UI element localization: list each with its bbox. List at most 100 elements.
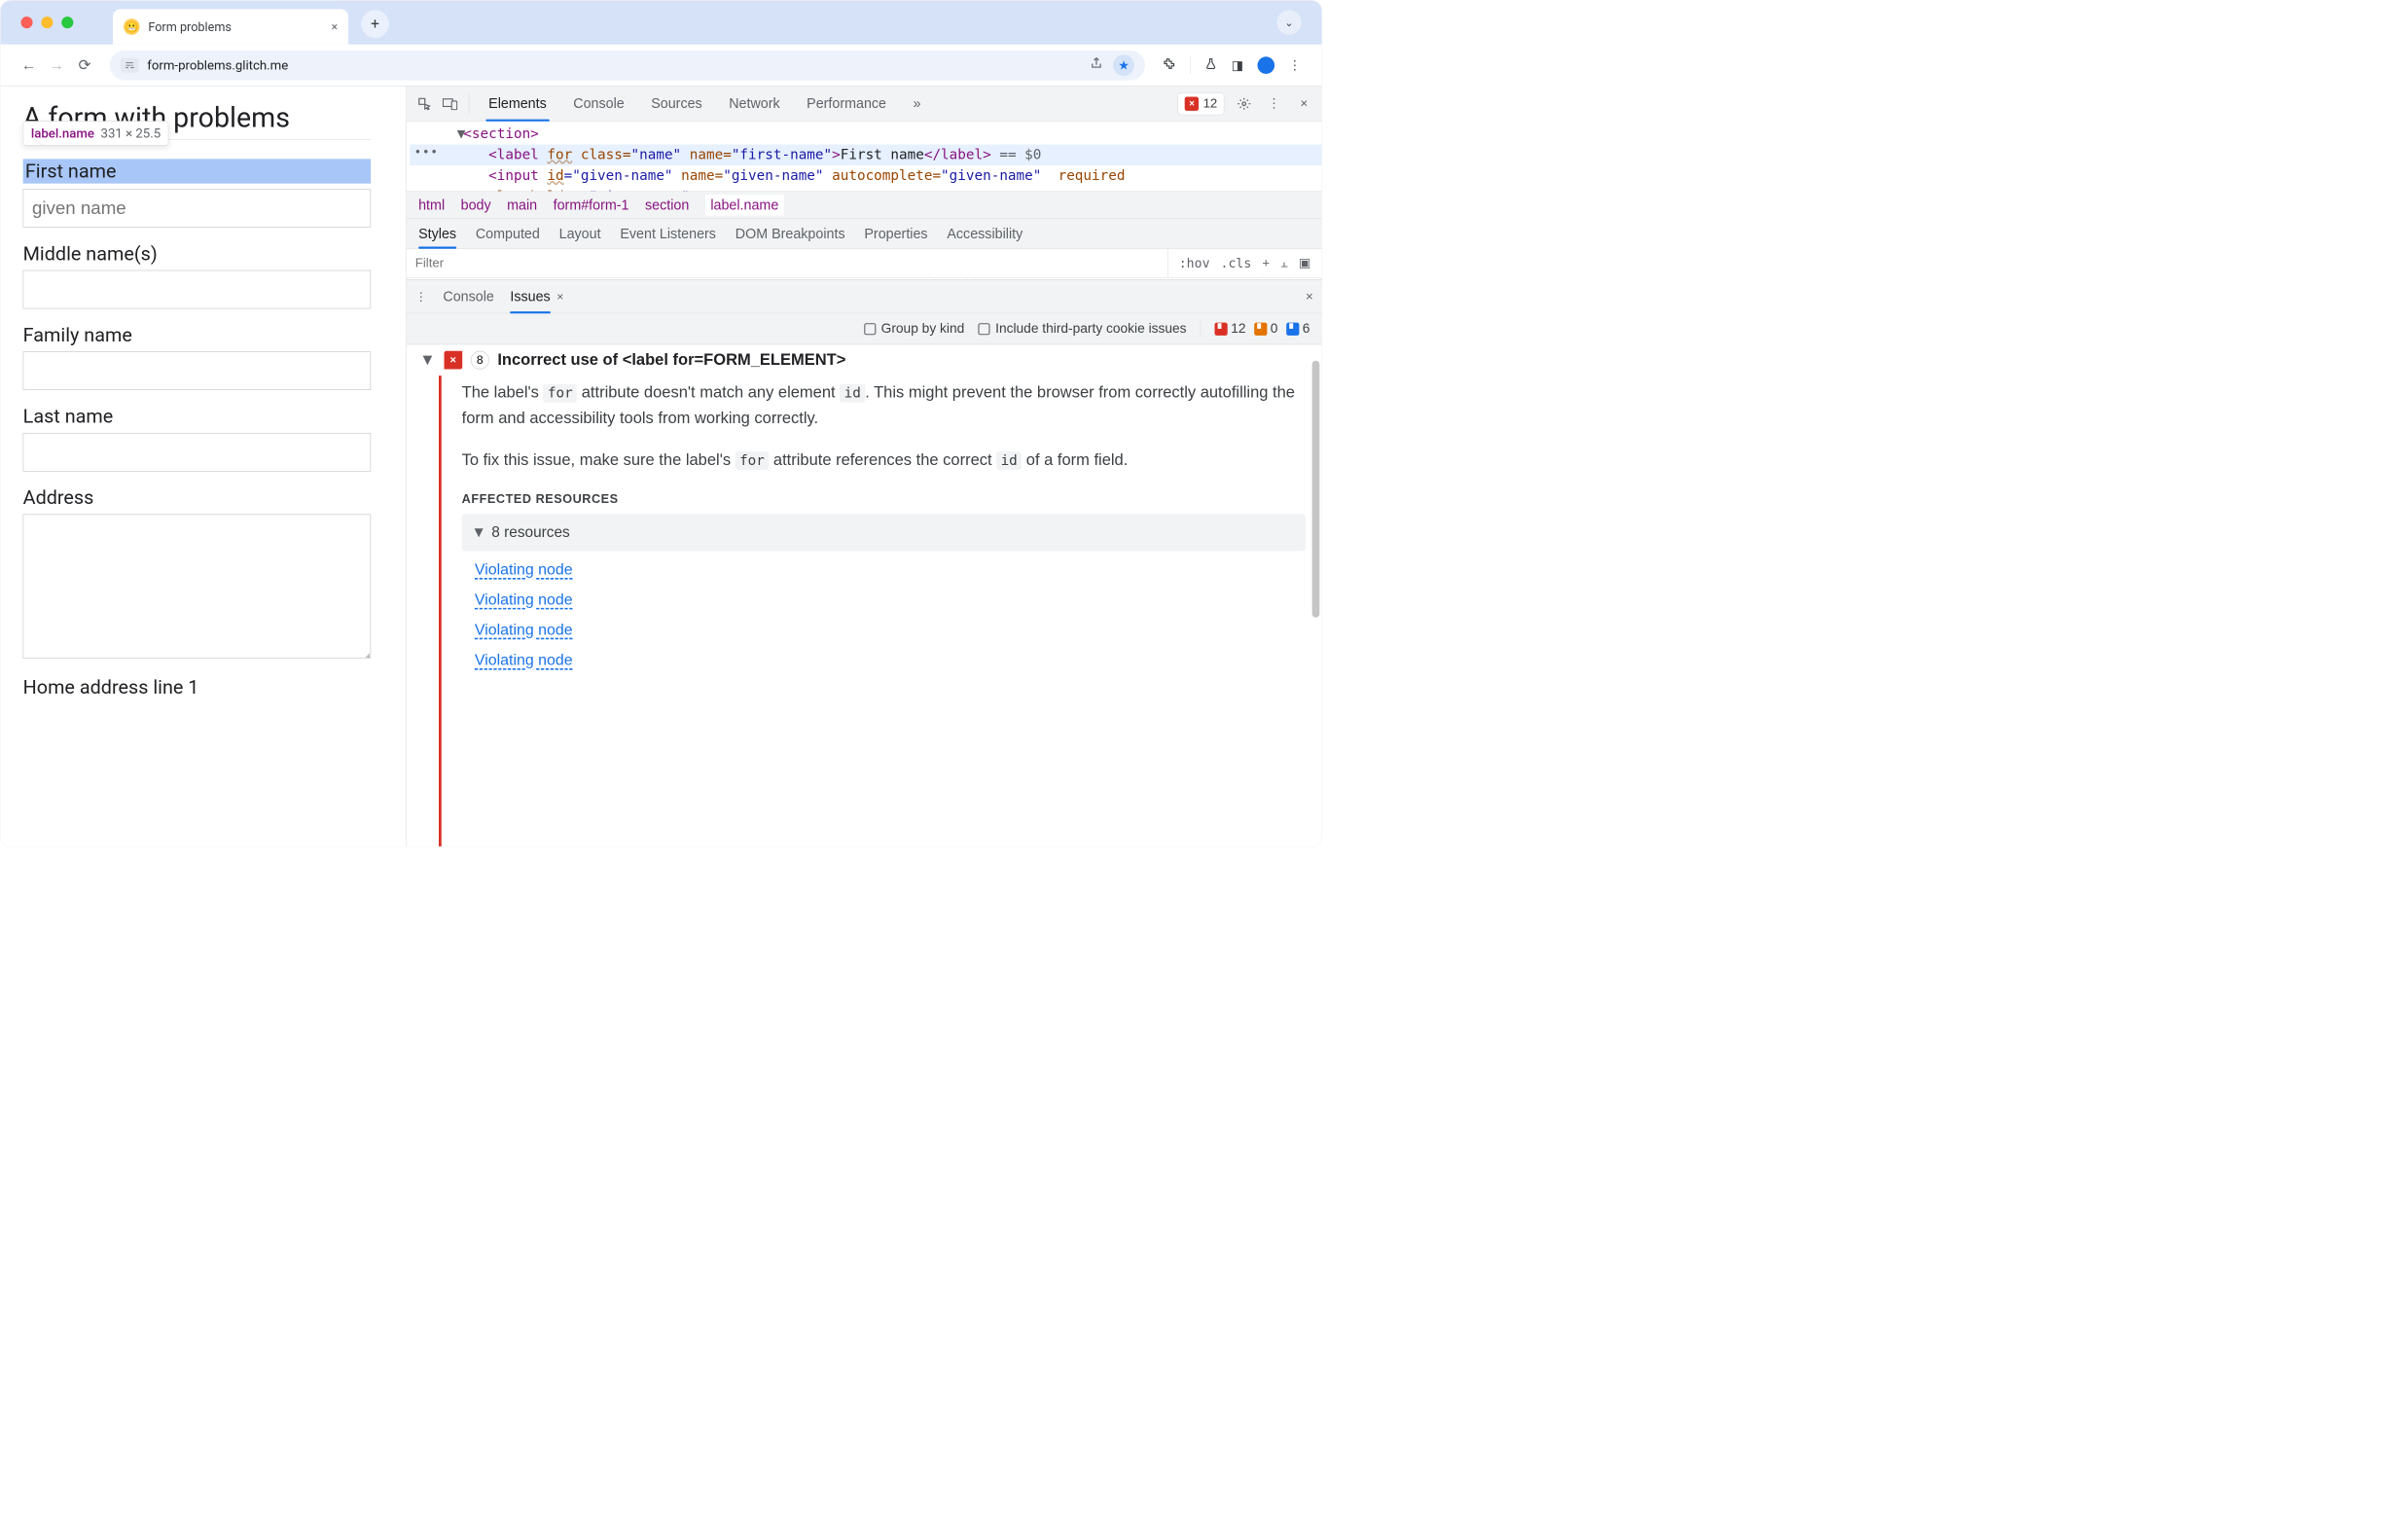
browser-window: 😬 Form problems × + ⌄ ← → ⟳ form-problem… [0,0,1322,847]
subtab-styles[interactable]: Styles [418,219,456,248]
content-area: A form with problems label.name 331 × 25… [1,87,1322,847]
issue-item: ▼ × 8 Incorrect use of <label for=FORM_E… [407,344,1322,846]
close-window-button[interactable] [20,17,32,28]
group-by-kind-checkbox[interactable]: Group by kind [864,321,964,337]
drawer-close-icon[interactable]: × [1306,289,1313,304]
subtab-layout[interactable]: Layout [559,219,601,248]
devtools-close-icon[interactable]: × [1294,93,1314,114]
side-panel-icon[interactable]: ◨ [1232,57,1243,72]
forward-button[interactable]: → [49,57,65,74]
tab-close-icon[interactable]: × [332,20,338,34]
maximize-window-button[interactable] [61,17,73,28]
crumb-form[interactable]: form#form-1 [554,197,629,213]
drawer-tab-issues[interactable]: Issues [510,280,550,313]
cls-toggle[interactable]: .cls [1221,256,1252,270]
error-count-value: 12 [1203,96,1218,111]
collapsed-nodes-icon[interactable]: ••• [414,144,439,161]
issue-header[interactable]: ▼ × 8 Incorrect use of <label for=FORM_E… [407,344,1322,376]
site-settings-chip[interactable] [121,57,139,72]
browser-tab[interactable]: 😬 Form problems × [113,9,348,44]
violating-node-link[interactable]: Violating node [475,618,1306,643]
bookmark-star-icon[interactable]: ★ [1113,54,1134,76]
crumb-label[interactable]: label.name [705,195,784,215]
reload-button[interactable]: ⟳ [77,57,93,74]
affected-resources-heading: AFFECTED RESOURCES [462,489,1306,509]
labs-flask-icon[interactable] [1204,56,1217,74]
resources-disclosure[interactable]: ▼ 8 resources [462,514,1306,551]
settings-gear-icon[interactable] [1234,93,1254,114]
disclosure-triangle-icon[interactable]: ▼ [419,351,435,370]
subtab-event-listeners[interactable]: Event Listeners [620,219,716,248]
address-textarea[interactable] [23,515,372,660]
dom-breadcrumb[interactable]: html body main form#form-1 section label… [407,191,1322,219]
tab-sources[interactable]: Sources [640,87,712,122]
avatar-icon[interactable] [1258,56,1275,74]
toolbar-right: ◨ ⋮ [1163,56,1302,74]
resources-count: 8 resources [491,520,569,545]
tooltip-selector: label.name [31,125,94,140]
issue-title: Incorrect use of <label for=FORM_ELEMENT… [497,351,845,370]
hov-toggle[interactable]: :hov [1179,256,1210,270]
crumb-section[interactable]: section [645,197,689,213]
issues-tab-close-icon[interactable]: × [556,290,563,304]
dom-tree[interactable]: ••• ▼<section> <label for class="name" n… [407,122,1322,192]
browser-menu-icon[interactable]: ⋮ [1288,57,1301,72]
issues-toolbar: Group by kind Include third-party cookie… [407,313,1322,344]
tab-elements[interactable]: Elements [478,87,557,122]
extensions-icon[interactable] [1163,56,1176,74]
drawer-tabbar: ⋮ Console Issues × × [407,280,1322,313]
tab-network[interactable]: Network [718,87,790,122]
last-name-input[interactable] [23,433,372,472]
issue-body: The label's for attribute doesn't match … [439,376,1322,846]
error-flag-icon: × [444,351,462,370]
home-address1-label: Home address line 1 [23,676,384,698]
violating-node-links: Violating node Violating node Violating … [462,557,1306,673]
layout-box-icon[interactable]: ▣ [1299,255,1310,270]
error-count-badge[interactable]: × 12 [1178,92,1225,115]
rendered-page: A form with problems label.name 331 × 25… [1,87,407,847]
tabs-overflow-icon[interactable]: » [903,87,932,122]
violating-node-link[interactable]: Violating node [475,588,1306,613]
new-tab-button[interactable]: + [361,10,389,38]
first-name-input[interactable] [23,189,372,228]
drawer-tab-console[interactable]: Console [443,280,493,313]
subtab-properties[interactable]: Properties [864,219,927,248]
violating-node-link[interactable]: Violating node [475,557,1306,583]
tab-console[interactable]: Console [562,87,634,122]
url-text: form-problems.glitch.me [147,57,288,72]
tab-performance[interactable]: Performance [796,87,897,122]
subtab-accessibility[interactable]: Accessibility [947,219,1023,248]
crumb-html[interactable]: html [418,197,445,213]
styles-filter-input[interactable]: Filter [407,256,1167,270]
devtools-panel: Elements Console Sources Network Perform… [406,87,1321,847]
scrollbar[interactable] [1312,361,1320,618]
issues-error-count[interactable]: ▘12 [1215,321,1246,337]
last-name-label: Last name [23,405,384,427]
inspect-icon[interactable] [414,93,435,114]
devtools-tabbar: Elements Console Sources Network Perform… [407,87,1322,122]
issues-info-count[interactable]: ▘6 [1286,321,1310,337]
checkbox-icon [979,323,990,335]
minimize-window-button[interactable] [41,17,53,28]
issues-warning-count[interactable]: ▘0 [1254,321,1277,337]
tab-favicon: 😬 [124,18,140,35]
tab-overflow-button[interactable]: ⌄ [1276,10,1301,34]
error-icon: × [1185,96,1199,110]
devtools-menu-icon[interactable]: ⋮ [1264,93,1284,114]
address-bar[interactable]: form-problems.glitch.me ★ [110,50,1145,80]
subtab-dom-breakpoints[interactable]: DOM Breakpoints [736,219,845,248]
violating-node-link[interactable]: Violating node [475,648,1306,673]
crumb-body[interactable]: body [461,197,491,213]
share-icon[interactable] [1090,56,1103,74]
new-rule-plus-icon[interactable]: + [1262,256,1270,270]
crumb-main[interactable]: main [507,197,537,213]
device-toolbar-icon[interactable] [440,93,460,114]
include-tp-cookie-checkbox[interactable]: Include third-party cookie issues [979,321,1187,337]
family-name-input[interactable] [23,351,372,390]
browser-toolbar: ← → ⟳ form-problems.glitch.me ★ ◨ [1,45,1322,87]
middle-name-input[interactable] [23,270,372,309]
subtab-computed[interactable]: Computed [476,219,540,248]
drawer-menu-icon[interactable]: ⋮ [415,290,427,304]
computed-panel-icon[interactable]: ⫠ [1280,256,1288,270]
back-button[interactable]: ← [20,57,37,74]
